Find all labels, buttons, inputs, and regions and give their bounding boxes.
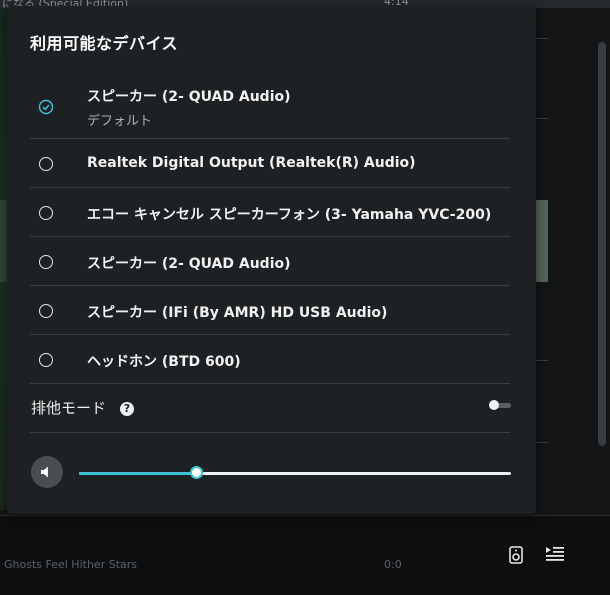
player-track-title: Ghosts Feel Hither Stars xyxy=(4,558,137,571)
radio-button[interactable] xyxy=(39,206,53,220)
device-name: スピーカー (2- QUAD Audio) xyxy=(87,89,291,105)
question-circle-icon[interactable]: ? xyxy=(120,402,134,416)
background-scrollbar[interactable] xyxy=(598,42,606,446)
volume-slider-thumb[interactable] xyxy=(190,466,203,479)
exclusive-mode-toggle[interactable] xyxy=(489,400,511,410)
device-selector-popup: 利用可能なデバイス スピーカー (2- QUAD Audio) デフォルト Re… xyxy=(7,6,536,514)
toggle-knob xyxy=(489,400,499,410)
device-name: スピーカー (2- QUAD Audio) xyxy=(87,256,291,272)
device-name: スピーカー (IFi (By AMR) HD USB Audio) xyxy=(87,305,388,321)
background-row-divider xyxy=(536,360,548,361)
divider xyxy=(30,432,510,433)
radio-button[interactable] xyxy=(39,353,53,367)
exclusive-mode-label: 排他モード xyxy=(31,399,107,417)
background-row-divider xyxy=(536,38,548,39)
queue-icon[interactable] xyxy=(545,546,565,564)
speaker-icon[interactable] xyxy=(31,456,63,488)
radio-button[interactable] xyxy=(39,304,53,318)
background-row-divider xyxy=(536,118,548,119)
device-option[interactable]: Realtek Digital Output (Realtek(R) Audio… xyxy=(30,139,510,188)
player-time: 0:0 xyxy=(384,558,402,571)
radio-button[interactable] xyxy=(39,157,53,171)
device-name: エコー キャンセル スピーカーフォン (3- Yamaha YVC-200) xyxy=(87,207,492,223)
volume-slider-fill xyxy=(79,472,196,475)
speaker-device-icon[interactable] xyxy=(506,546,526,564)
background-row-divider xyxy=(536,442,548,443)
device-name: Realtek Digital Output (Realtek(R) Audio… xyxy=(87,155,416,171)
device-default-label: デフォルト xyxy=(87,114,153,129)
device-option[interactable]: ヘッドホン (BTD 600) xyxy=(30,335,510,384)
device-option[interactable]: エコー キャンセル スピーカーフォン (3- Yamaha YVC-200) xyxy=(30,188,510,237)
device-option[interactable]: スピーカー (2- QUAD Audio) xyxy=(30,237,510,286)
radio-button[interactable] xyxy=(39,255,53,269)
check-circle-icon xyxy=(38,99,54,115)
device-name: ヘッドホン (BTD 600) xyxy=(87,354,241,370)
popup-title: 利用可能なデバイス xyxy=(30,34,179,53)
device-option[interactable]: スピーカー (IFi (By AMR) HD USB Audio) xyxy=(30,286,510,335)
volume-slider[interactable] xyxy=(79,461,511,485)
device-option[interactable]: スピーカー (2- QUAD Audio) デフォルト xyxy=(30,74,510,139)
